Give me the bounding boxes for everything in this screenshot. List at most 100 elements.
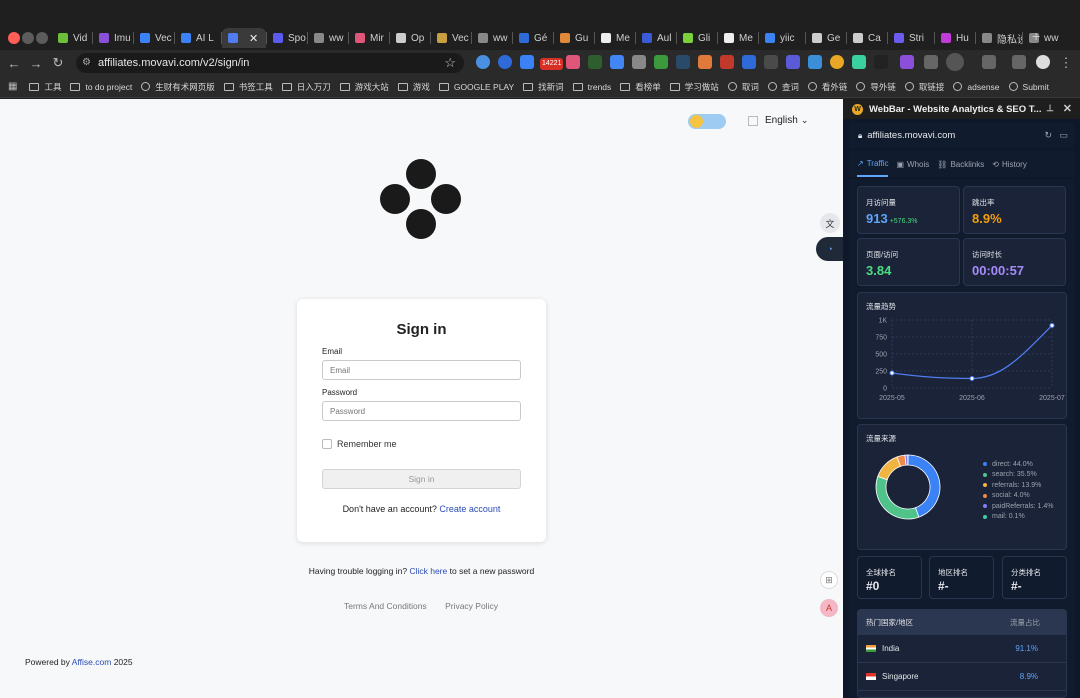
browser-tab[interactable]: Imu <box>93 28 133 48</box>
minimize-window-button[interactable] <box>22 32 34 44</box>
email-field[interactable] <box>322 360 521 380</box>
bookmark-item[interactable]: 看榜单 <box>620 81 661 93</box>
browser-tab[interactable]: ww <box>308 28 348 48</box>
bookmark-item[interactable]: trends <box>572 82 611 92</box>
bookmark-item[interactable]: adsense <box>953 82 1000 92</box>
browser-tab[interactable]: Aul <box>636 28 676 48</box>
browser-tab[interactable]: Gli <box>677 28 717 48</box>
grid-plus-icon[interactable]: ⊞ <box>820 571 838 589</box>
bookmark-item[interactable]: 生财有术网页版 <box>141 81 215 93</box>
cast-icon[interactable] <box>982 55 996 69</box>
tab-history[interactable]: ⟲ History <box>992 151 1027 177</box>
extension-badge[interactable]: 14221 <box>540 58 564 70</box>
reset-password-link[interactable]: Click here <box>409 566 447 576</box>
extension-violet-icon[interactable] <box>900 55 914 69</box>
browser-tab[interactable]: Me <box>718 28 758 48</box>
browser-tab[interactable]: Ca <box>847 28 887 48</box>
extension-purple-icon[interactable] <box>786 55 800 69</box>
webbar-launcher-icon[interactable]: ◔ <box>816 237 844 261</box>
translate-icon[interactable]: 文 <box>820 213 840 233</box>
create-account-link[interactable]: Create account <box>439 504 500 514</box>
extension-cloud-icon[interactable] <box>476 55 490 69</box>
bookmark-item[interactable]: 日入万刀 <box>281 81 331 93</box>
browser-tab[interactable]: Gu <box>554 28 594 48</box>
extension-doc-icon[interactable] <box>610 55 624 69</box>
forward-button[interactable]: → <box>26 53 46 73</box>
extension-yellow-icon[interactable] <box>830 55 844 69</box>
back-button[interactable]: ← <box>4 53 24 73</box>
browser-tab[interactable]: Gé <box>513 28 553 48</box>
extension-puzzle-icon[interactable] <box>520 55 534 69</box>
browser-tab[interactable]: Me <box>595 28 635 48</box>
browser-tab[interactable]: ww <box>472 28 512 48</box>
close-window-button[interactable] <box>8 32 20 44</box>
extension-grid-icon[interactable] <box>764 55 778 69</box>
password-field[interactable] <box>322 401 521 421</box>
browser-tab[interactable]: ✕ <box>222 28 266 48</box>
browser-tab[interactable]: Vid <box>52 28 92 48</box>
apps-grid-icon[interactable]: ▦ <box>8 81 17 92</box>
extension-seo-icon[interactable] <box>852 55 866 69</box>
browser-tab[interactable]: Stri <box>888 28 934 48</box>
remember-checkbox[interactable] <box>322 439 332 449</box>
browser-tab[interactable]: Spo <box>267 28 307 48</box>
address-bar[interactable]: ⚙ affiliates.movavi.com/v2/sign/in ☆ <box>76 53 464 73</box>
theme-toggle[interactable] <box>688 114 726 129</box>
bookmark-item[interactable]: 看外链 <box>807 81 847 93</box>
extension-green-icon[interactable] <box>588 55 602 69</box>
profile-avatar[interactable] <box>1036 55 1050 69</box>
bookmark-item[interactable]: GOOGLE PLAY <box>438 82 514 92</box>
pin-icon[interactable]: ⊥ <box>1046 103 1054 114</box>
browser-tab[interactable]: Hu <box>935 28 975 48</box>
extension-orange-icon[interactable] <box>698 55 712 69</box>
privacy-link[interactable]: Privacy Policy <box>445 601 498 611</box>
bookmark-item[interactable]: 工具 <box>29 81 61 93</box>
extensions-menu-icon[interactable] <box>924 55 938 69</box>
signin-button[interactable]: Sign in <box>322 469 521 489</box>
terms-link[interactable]: Terms And Conditions <box>344 601 427 611</box>
bookmark-item[interactable]: 取链接 <box>904 81 944 93</box>
bookmark-item[interactable]: 书签工具 <box>223 81 273 93</box>
bookmark-star-icon[interactable]: ☆ <box>444 55 456 71</box>
bookmark-item[interactable]: 取词 <box>727 81 759 93</box>
extension-red-icon[interactable] <box>720 55 734 69</box>
bookmark-item[interactable]: 游戏大站 <box>339 81 389 93</box>
site-settings-icon[interactable]: ⚙ <box>82 57 94 69</box>
reload-button[interactable]: ↻ <box>48 53 68 73</box>
language-selector[interactable]: English ⌄ <box>748 115 808 126</box>
bookmark-item[interactable]: 游戏 <box>397 81 430 93</box>
extension-teal-icon[interactable] <box>808 55 822 69</box>
extension-a-icon[interactable] <box>654 55 668 69</box>
tab-traffic[interactable]: ↗ Traffic <box>857 151 889 177</box>
browser-tab[interactable]: Vec <box>431 28 471 48</box>
browser-tab[interactable]: Vec <box>134 28 174 48</box>
browser-tab[interactable]: ww <box>1023 28 1063 48</box>
close-icon[interactable]: ✕ <box>1063 102 1072 115</box>
extension-bars-icon[interactable] <box>742 55 756 69</box>
extension-pub-icon[interactable] <box>874 55 888 69</box>
extension-line-icon[interactable] <box>676 55 690 69</box>
browser-tab[interactable]: AI L <box>175 28 221 48</box>
maximize-window-button[interactable] <box>36 32 48 44</box>
browser-tab[interactable]: 隐私设订 <box>976 28 1022 48</box>
browser-tab[interactable]: yiic <box>759 28 805 48</box>
bookmark-item[interactable]: Submit <box>1008 82 1049 92</box>
browser-tab[interactable]: Op <box>390 28 430 48</box>
close-tab-icon[interactable]: ✕ <box>249 32 258 45</box>
reading-list-icon[interactable] <box>1012 55 1026 69</box>
extension-gear-icon[interactable] <box>632 55 646 69</box>
browser-tab[interactable]: Mir <box>349 28 389 48</box>
extension-pink-icon[interactable] <box>566 55 580 69</box>
tab-backlinks[interactable]: ⛓ Backlinks <box>937 151 984 177</box>
bookmark-item[interactable]: 学习做站 <box>669 81 719 93</box>
extension-blue-icon[interactable] <box>498 55 512 69</box>
new-tab-button[interactable]: + <box>1032 28 1040 44</box>
bookmark-item[interactable]: 查词 <box>767 81 799 93</box>
translate-pink-icon[interactable]: A <box>820 599 838 617</box>
bookmark-item[interactable]: 找新词 <box>523 81 564 93</box>
window-icon[interactable]: ▭ <box>1059 130 1068 141</box>
affise-link[interactable]: Affise.com <box>72 657 112 667</box>
bookmark-item[interactable]: to do project <box>70 82 132 92</box>
browser-menu-icon[interactable]: ⋮ <box>1056 53 1076 73</box>
bookmark-item[interactable]: 导外链 <box>856 81 896 93</box>
